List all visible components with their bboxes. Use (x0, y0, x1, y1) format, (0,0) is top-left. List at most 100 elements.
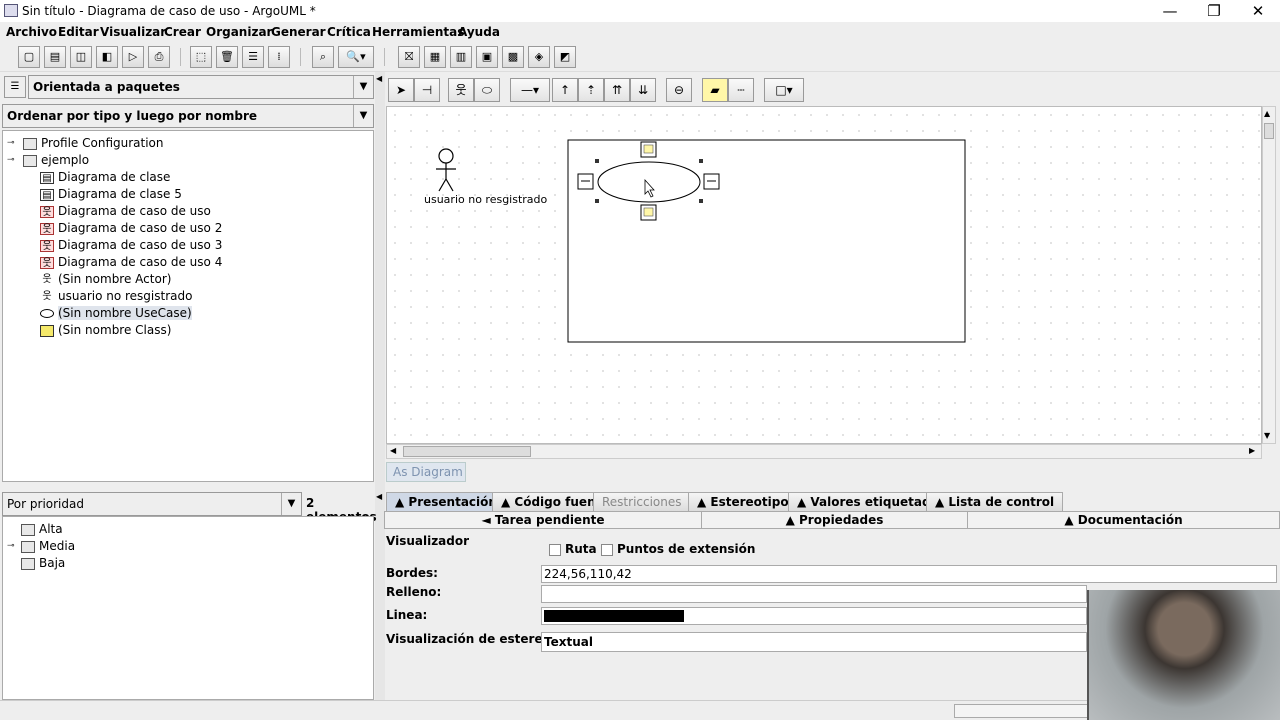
puntos-extension-checkbox-box[interactable] (601, 543, 613, 556)
zoom-icon[interactable]: 🔍▾ (338, 46, 374, 68)
new-usecase-diagram-icon[interactable]: ⛝ (398, 46, 420, 68)
close-button[interactable]: ✕ (1236, 0, 1280, 22)
export-icon[interactable]: ▷ (122, 46, 144, 68)
actor-figure[interactable] (436, 148, 456, 192)
tree-node[interactable]: Profile Configuration (23, 135, 164, 152)
scroll-down-icon[interactable]: ▼ (1264, 431, 1270, 440)
tree-node[interactable]: 웃 usuario no resgistrado (40, 288, 192, 305)
diagram-canvas[interactable]: usuario no resgistrado (386, 106, 1262, 444)
splitter-arrow-icon[interactable]: ◀ (376, 74, 382, 83)
selection-handle[interactable] (595, 199, 599, 203)
menu-organizar[interactable]: Organizar (206, 25, 272, 39)
tree-node[interactable]: 웃 Diagrama de caso de uso 4 (40, 254, 222, 271)
todo-priority-item[interactable]: Baja (21, 555, 65, 572)
subtab-documentacion[interactable]: ▲ Documentación (967, 511, 1280, 529)
comment-link-tool-icon[interactable]: ┄ (728, 78, 754, 102)
subtab-propiedades[interactable]: ▲ Propiedades (701, 511, 968, 529)
tab-lista-de-control[interactable]: ▲ Lista de control (926, 492, 1064, 512)
align-icon[interactable]: ☰ (242, 46, 264, 68)
actor-tool-icon[interactable]: 웃 (448, 78, 474, 102)
menu-generar[interactable]: Generar (271, 25, 326, 39)
extend-tool-icon[interactable]: ⇈ (604, 78, 630, 102)
delete-icon[interactable]: 🗑 (216, 46, 238, 68)
menu-crear[interactable]: Crear (164, 25, 201, 39)
menu-ayuda[interactable]: Ayuda (458, 25, 500, 39)
find-icon[interactable]: ⌕ (312, 46, 334, 68)
selection-handle[interactable] (699, 159, 703, 163)
bordes-field[interactable]: 224,56,110,42 (541, 565, 1277, 583)
puntos-extension-checkbox[interactable]: Puntos de extensión (601, 542, 755, 556)
diagram-tab[interactable]: As Diagram (386, 462, 466, 482)
todo-filter-select[interactable]: Por prioridad ▼ (2, 492, 302, 516)
maximize-button[interactable]: ❐ (1192, 0, 1236, 22)
selection-handle[interactable] (699, 199, 703, 203)
ordering-select[interactable]: Ordenar por tipo y luego por nombre ▼ (2, 104, 374, 128)
tree-node[interactable]: ejemplo (23, 152, 89, 169)
menu-critica[interactable]: Crítica (327, 25, 371, 39)
ruta-checkbox-box[interactable] (549, 543, 561, 556)
menu-editar[interactable]: Editar (58, 25, 99, 39)
include-tool-icon[interactable]: ⇊ (630, 78, 656, 102)
todo-priority-item[interactable]: Alta (21, 521, 63, 538)
tree-node[interactable]: 웃 Diagrama de caso de uso 3 (40, 237, 222, 254)
horizontal-scrollbar[interactable]: ◀ ▶ (386, 444, 1262, 459)
tab-presentacion[interactable]: ▲ Presentación (386, 492, 506, 512)
save-project-icon[interactable]: ◫ (70, 46, 92, 68)
association-tool-icon[interactable]: —▾ (510, 78, 550, 102)
generalization-tool-icon[interactable]: ⇡ (578, 78, 604, 102)
relleno-color-field[interactable] (541, 585, 1087, 603)
broom-tool-icon[interactable]: ⊣ (414, 78, 440, 102)
new-class-diagram-icon[interactable]: ▦ (424, 46, 446, 68)
tree-node[interactable]: (Sin nombre UseCase) (40, 305, 192, 322)
vertical-scrollbar[interactable]: ▲ ▼ (1262, 106, 1276, 444)
tree-node[interactable]: ▤ Diagrama de clase (40, 169, 170, 186)
menu-visualizar[interactable]: Visualizar (100, 25, 166, 39)
tree-node[interactable]: 웃 Diagrama de caso de uso (40, 203, 211, 220)
tab-restricciones[interactable]: Restricciones (593, 492, 691, 512)
scroll-left-icon[interactable]: ◀ (390, 446, 396, 455)
explorer-config-icon[interactable]: ☰ (4, 76, 26, 98)
usecase-ellipse[interactable] (597, 161, 701, 203)
new-state-diagram-icon[interactable]: ▩ (502, 46, 524, 68)
usecase-tool-icon[interactable]: ⬭ (474, 78, 500, 102)
todo-priority-item[interactable]: Media (21, 538, 75, 555)
comment-tool-icon[interactable]: ▰ (702, 78, 728, 102)
dependency-tool-icon[interactable]: ↑ (552, 78, 578, 102)
scroll-up-icon[interactable]: ▲ (1264, 109, 1270, 118)
menu-archivo[interactable]: Archivo (6, 25, 57, 39)
shape-tool-icon[interactable]: □▾ (764, 78, 804, 102)
tree-node[interactable]: 웃 Diagrama de caso de uso 2 (40, 220, 222, 237)
linea-color-field[interactable] (541, 607, 1087, 625)
print-icon[interactable]: ⎙ (148, 46, 170, 68)
new-collaboration-diagram-icon[interactable]: ▣ (476, 46, 498, 68)
select-all-icon[interactable]: ⬚ (190, 46, 212, 68)
new-activity-diagram-icon[interactable]: ◈ (528, 46, 550, 68)
scroll-thumb[interactable] (403, 446, 531, 457)
perspective-select[interactable]: Orientada a paquetes ▼ (28, 75, 374, 99)
extension-point-tool-icon[interactable]: ⊖ (666, 78, 692, 102)
open-project-icon[interactable]: ▤ (44, 46, 66, 68)
tree-expander-icon[interactable]: ⊸ (7, 138, 15, 148)
todo-list[interactable]: Alta Media Baja ⊸ (2, 516, 374, 700)
tree-expander-icon[interactable]: ⊸ (7, 155, 15, 165)
select-tool-icon[interactable]: ➤ (388, 78, 414, 102)
subtab-tarea-pendiente[interactable]: ◄ Tarea pendiente (384, 511, 702, 529)
new-sequence-diagram-icon[interactable]: ▥ (450, 46, 472, 68)
tree-node[interactable]: 웃 (Sin nombre Actor) (40, 271, 171, 288)
new-deployment-diagram-icon[interactable]: ◩ (554, 46, 576, 68)
main-toolbar: ▢ ▤ ◫ ◧ ▷ ⎙ ⬚ 🗑 ☰ ⁞ ⌕ 🔍▾ ⛝ ▦ ▥ ▣ ▩ ◈ ◩ (0, 42, 1280, 72)
minimize-button[interactable]: — (1148, 0, 1192, 22)
distribute-icon[interactable]: ⁞ (268, 46, 290, 68)
estereotipo-select[interactable]: Textual (541, 632, 1087, 652)
new-project-icon[interactable]: ▢ (18, 46, 40, 68)
scroll-right-icon[interactable]: ▶ (1249, 446, 1255, 455)
tree-node[interactable]: ▤ Diagrama de clase 5 (40, 186, 182, 203)
tree-expander-icon[interactable]: ⊸ (7, 541, 15, 551)
scroll-thumb[interactable] (1264, 123, 1274, 139)
ruta-checkbox[interactable]: Ruta (549, 542, 597, 556)
selection-handle[interactable] (595, 159, 599, 163)
menu-herramientas[interactable]: Herramientas (372, 25, 464, 39)
explorer-tree[interactable]: ⊸ Profile Configuration ⊸ ejemplo ▤ Diagrama … (2, 130, 374, 482)
save-as-icon[interactable]: ◧ (96, 46, 118, 68)
tree-node[interactable]: (Sin nombre Class) (40, 322, 171, 339)
